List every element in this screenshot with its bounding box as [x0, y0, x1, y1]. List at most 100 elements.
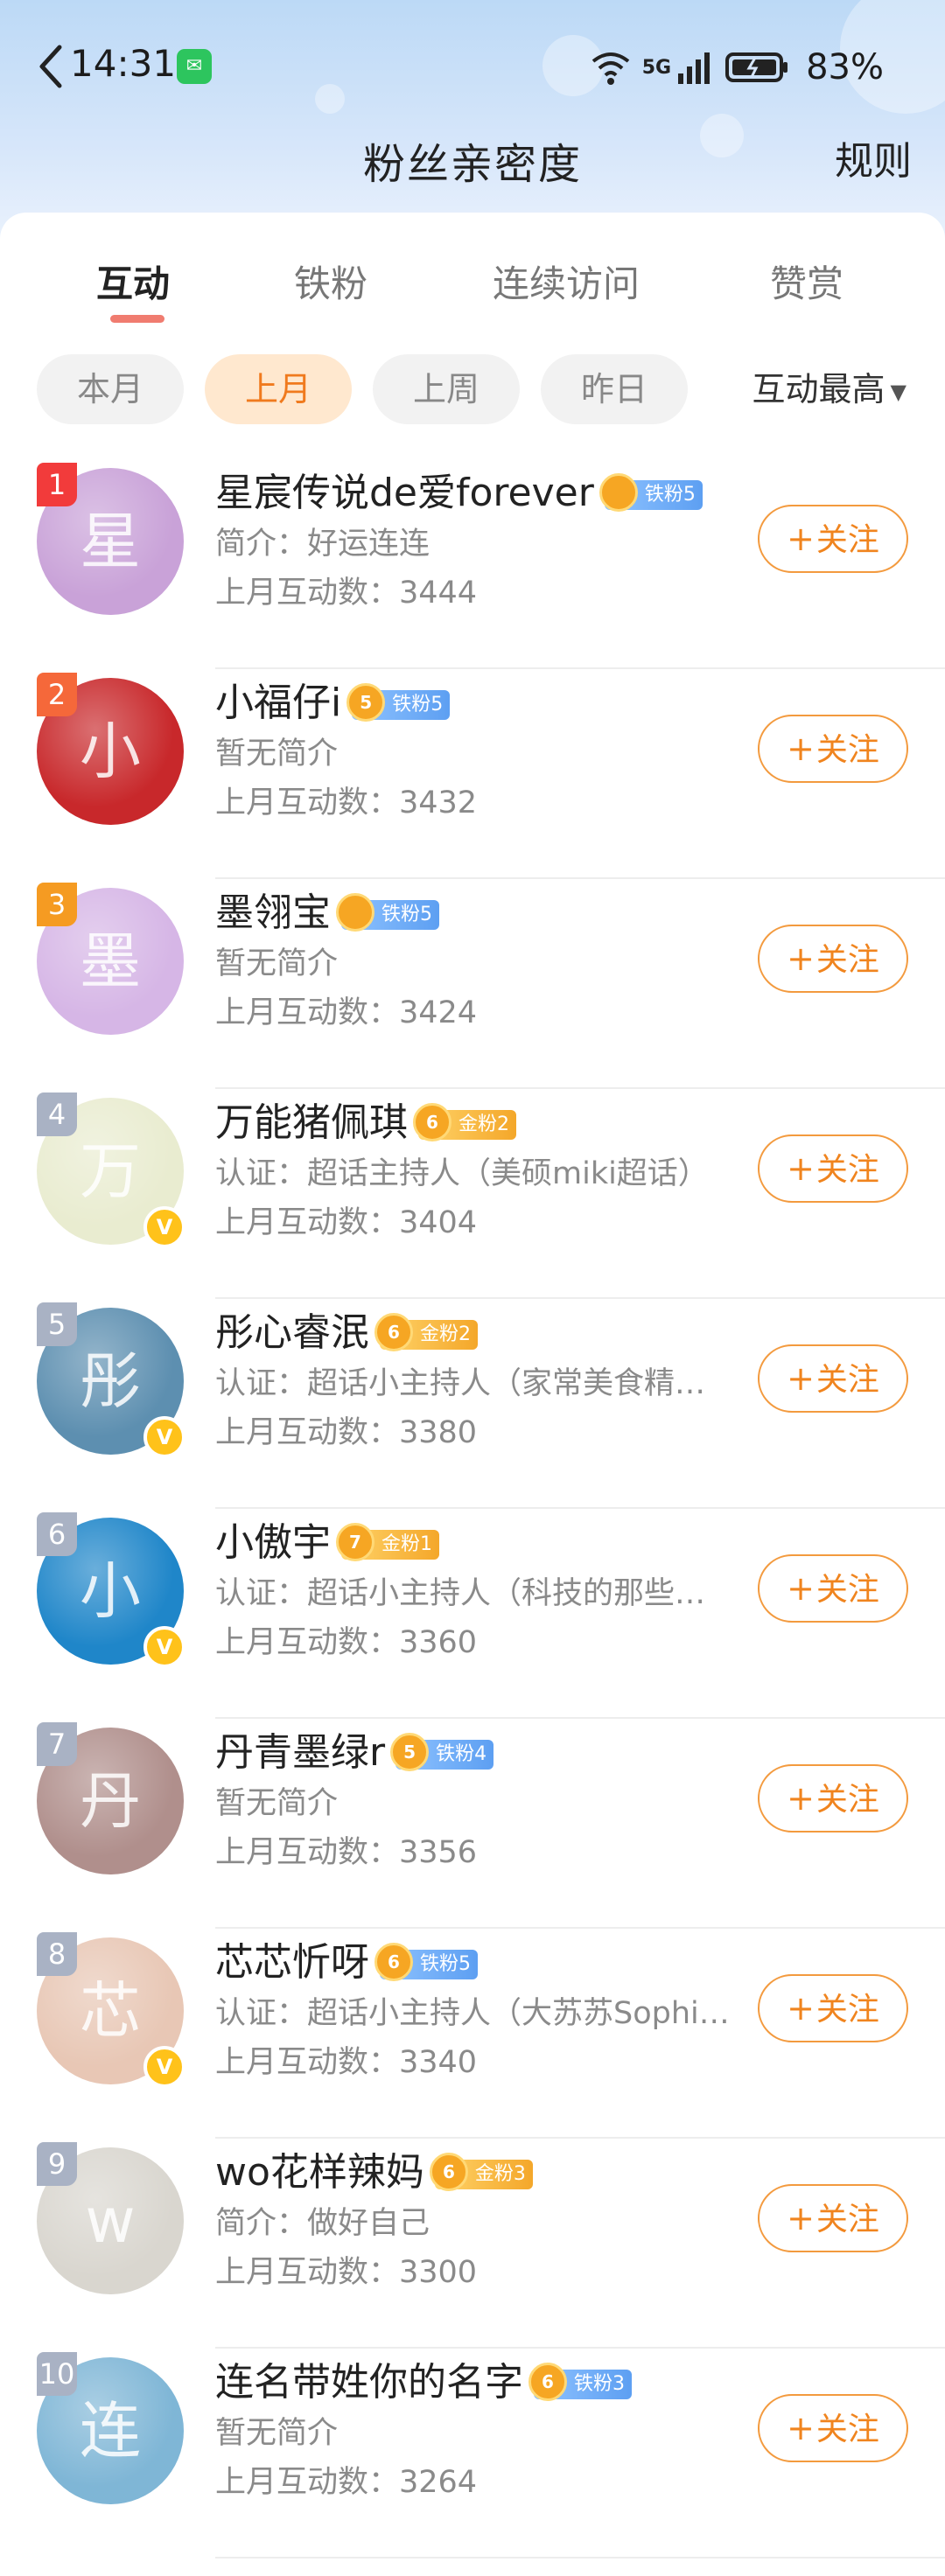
filter-last-month[interactable]: 上月: [205, 354, 352, 424]
content-sheet: 互动 铁粉 连续访问 赞赏 本月 上月 上周 昨日 互动最高 ▼ 星 1 星宸传说…: [0, 213, 945, 2576]
fan-interaction-count: 上月互动数：3444: [215, 576, 478, 611]
follow-label: 关注: [816, 1572, 879, 1608]
crown-icon: 6: [413, 1103, 452, 1141]
fan-row[interactable]: 丹 7 丹青墨绿r 5 铁粉4 暂无简介 上月互动数：3356 +关注: [0, 1719, 945, 1929]
plus-icon: +: [787, 520, 815, 558]
fan-bio: 暂无简介: [215, 736, 339, 771]
fan-row[interactable]: 连 10 连名带姓你的名字 6 铁粉3 暂无简介 上月互动数：3264 +关注: [0, 2349, 945, 2559]
filter-last-week[interactable]: 上周: [373, 354, 520, 424]
rank-badge: 9: [37, 2142, 77, 2186]
fan-name[interactable]: 芯芯忻呀: [215, 1940, 369, 1985]
fan-name[interactable]: 小傲宇: [215, 1520, 331, 1565]
fan-interaction-count: 上月互动数：3424: [215, 995, 478, 1030]
filter-yesterday[interactable]: 昨日: [541, 354, 688, 424]
plus-icon: +: [787, 939, 815, 978]
tab-interaction[interactable]: 互动: [96, 255, 170, 308]
follow-button[interactable]: +关注: [758, 2394, 908, 2462]
fan-row[interactable]: 小 6 V 小傲宇7金粉1 认证：超话小主持人（科技的那些事超话） 上月互动数：…: [0, 1509, 945, 1719]
fan-level-badge: 5 铁粉4: [390, 1733, 494, 1771]
follow-button[interactable]: +关注: [758, 715, 908, 783]
follow-button[interactable]: +关注: [758, 2184, 908, 2252]
signal-icon: [678, 52, 710, 84]
fan-row[interactable]: w 9 wo花样辣妈 6 金粉3 简介：做好自己 上月互动数：3300 +关注: [0, 2139, 945, 2349]
fan-interaction-count: 上月互动数：3380: [215, 1415, 478, 1450]
fan-interaction-count: 上月互动数：3356: [215, 1835, 478, 1870]
fan-row[interactable]: 小 2 小福仔i 5 铁粉5 暂无简介 上月互动数：3432 +关注: [0, 669, 945, 879]
fan-level-label: 铁粉5: [644, 484, 696, 506]
crown-icon: 6: [528, 2363, 567, 2401]
fan-name-line: 彤心睿泯 6 金粉2: [215, 1301, 478, 1357]
fan-name[interactable]: 连名带姓你的名字: [215, 2360, 523, 2405]
crown-icon: [336, 893, 374, 932]
fan-row[interactable]: 芯 8 V 芯芯忻呀6铁粉5 认证：超话小主持人（大苏苏Sophia超话） 上月…: [0, 1929, 945, 2139]
fan-level-badge: 6 铁粉5: [374, 1943, 478, 1981]
filter-this-month[interactable]: 本月: [37, 354, 184, 424]
clock-time: 14:31: [70, 42, 177, 85]
follow-label: 关注: [816, 1992, 879, 2028]
fan-level-badge: 6 金粉2: [413, 1103, 516, 1141]
crown-icon: 6: [429, 2153, 468, 2191]
follow-button[interactable]: +关注: [758, 1764, 908, 1833]
rules-link[interactable]: 规则: [835, 129, 912, 185]
plus-icon: +: [787, 1149, 815, 1188]
verified-icon: V: [144, 1626, 186, 1668]
wechat-icon: ✉: [177, 49, 212, 84]
fan-list: 星 1 星宸传说de爱forever 铁粉5 简介：好运连连 上月互动数：3444…: [0, 459, 945, 2559]
crown-icon: 5: [390, 1733, 430, 1771]
fan-row[interactable]: 彤 5 V 彤心睿泯6金粉2 认证：超话小主持人（家常美食精选超话） 上月互动数…: [0, 1299, 945, 1509]
follow-button[interactable]: +关注: [758, 1344, 908, 1413]
follow-button[interactable]: +关注: [758, 925, 908, 993]
fan-name[interactable]: wo花样辣妈: [215, 2150, 424, 2195]
rank-badge: 1: [37, 463, 77, 506]
crown-icon: [598, 473, 638, 512]
crown-icon: 5: [346, 683, 386, 722]
tab-iron-fans[interactable]: 铁粉: [294, 255, 368, 308]
tab-continuous-visits[interactable]: 连续访问: [493, 255, 640, 308]
plus-icon: +: [787, 2199, 815, 2237]
row-divider: [215, 2557, 945, 2559]
sort-label: 互动最高: [752, 370, 886, 408]
fan-name[interactable]: 墨翎宝: [215, 890, 331, 935]
fan-name-line: 丹青墨绿r 5 铁粉4: [215, 1721, 494, 1777]
follow-button[interactable]: +关注: [758, 1134, 908, 1203]
system-icons: 5G 83%: [590, 45, 884, 89]
fan-bio: 简介：好运连连: [215, 527, 430, 562]
fan-row[interactable]: 墨 3 墨翎宝 铁粉5 暂无简介 上月互动数：3424 +关注: [0, 879, 945, 1089]
fan-bio: 认证：超话小主持人（科技的那些事超话）: [215, 1576, 732, 1611]
back-chevron-icon[interactable]: [33, 35, 68, 96]
fan-name-line: 星宸传说de爱forever 铁粉5: [215, 461, 703, 517]
plus-icon: +: [787, 1569, 815, 1608]
follow-button[interactable]: +关注: [758, 1554, 908, 1623]
follow-label: 关注: [816, 732, 879, 768]
network-type-label: 5G: [641, 56, 672, 79]
plus-icon: +: [787, 1989, 815, 2028]
fan-name[interactable]: 万能猪佩琪: [215, 1100, 408, 1145]
tab-tips[interactable]: 赞赏: [770, 255, 844, 308]
crown-icon: 7: [336, 1523, 374, 1561]
fan-interaction-count: 上月互动数：3432: [215, 785, 478, 820]
fan-name[interactable]: 彤心睿泯: [215, 1310, 369, 1355]
sort-dropdown[interactable]: 互动最高 ▼: [752, 354, 906, 424]
fan-name[interactable]: 星宸传说de爱forever: [215, 471, 594, 515]
status-bar: 14:31 ✉ 5G 83%: [0, 35, 945, 96]
plus-icon: +: [787, 730, 815, 768]
follow-button[interactable]: +关注: [758, 505, 908, 573]
fan-name-line: 墨翎宝 铁粉5: [215, 881, 439, 937]
fan-row[interactable]: 星 1 星宸传说de爱forever 铁粉5 简介：好运连连 上月互动数：3444…: [0, 459, 945, 669]
follow-button[interactable]: +关注: [758, 1974, 908, 2042]
fan-name-line: 芯芯忻呀 6 铁粉5: [215, 1930, 478, 1986]
rank-badge: 6: [37, 1512, 77, 1556]
follow-label: 关注: [816, 1362, 879, 1398]
fan-name[interactable]: 丹青墨绿r: [215, 1730, 385, 1775]
wifi-icon: [592, 52, 629, 85]
caret-down-icon: ▼: [890, 379, 906, 404]
fan-bio: 暂无简介: [215, 2416, 339, 2451]
follow-label: 关注: [816, 2202, 879, 2237]
fan-name[interactable]: 小福仔i: [215, 681, 341, 725]
fan-level-badge: 铁粉5: [336, 893, 439, 932]
fan-level-label: 铁粉5: [382, 904, 432, 925]
fan-row[interactable]: 万 4 V 万能猪佩琪 6 金粉2 认证：超话主持人（美硕miki超话） 上月互动数…: [0, 1089, 945, 1299]
fan-level-label: 金粉1: [382, 1533, 432, 1555]
fan-name-line: 小傲宇 7 金粉1: [215, 1511, 439, 1567]
fan-level-label: 铁粉5: [420, 1953, 471, 1975]
